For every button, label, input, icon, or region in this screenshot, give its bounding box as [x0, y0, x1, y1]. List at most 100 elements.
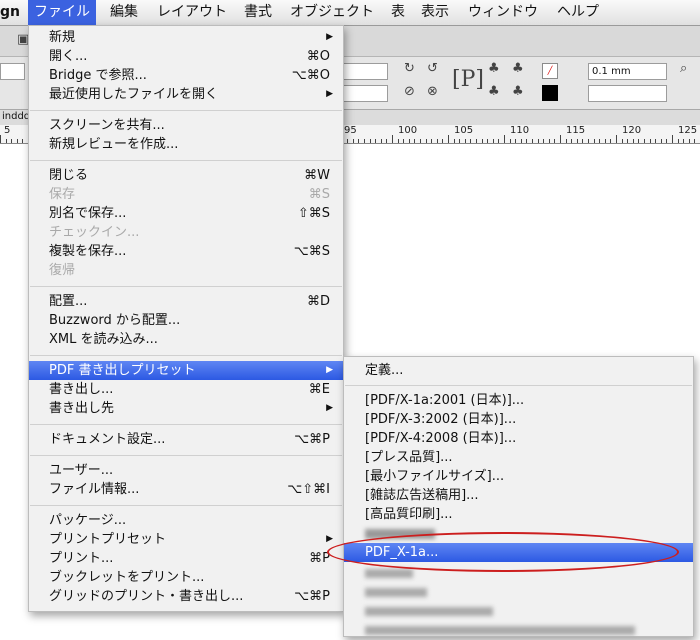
stroke-type-field[interactable]: [588, 85, 667, 102]
ruler-tick: [459, 139, 460, 143]
menu-edit[interactable]: 編集: [104, 0, 144, 25]
ruler-tick: [493, 139, 494, 143]
ruler-tick: [644, 139, 645, 143]
menu-item-file-info[interactable]: ファイル情報... ⌥⇧⌘I: [29, 480, 343, 499]
menu-item-import-xml[interactable]: XML を読み込み...: [29, 330, 343, 349]
submenu-item-blurred[interactable]: [344, 583, 693, 602]
align-icon[interactable]: ♣: [512, 61, 524, 76]
ruler-tick: [386, 139, 387, 143]
ruler-tick: [689, 139, 690, 143]
ruler-tick: [414, 139, 415, 143]
ruler-tick: [538, 139, 539, 143]
menu-item-new[interactable]: 新規 ▶: [29, 28, 343, 47]
ruler-tick: [392, 135, 393, 143]
ruler-label: 95: [344, 125, 357, 136]
distribute-v-icon[interactable]: ♣: [488, 84, 500, 99]
stroke-weight-field[interactable]: 0.1 mm: [588, 63, 667, 80]
menu-table[interactable]: 表: [385, 0, 411, 25]
ruler-label: 110: [510, 125, 530, 136]
menu-separator: [30, 505, 342, 506]
menu-item-share-screen[interactable]: スクリーンを共有...: [29, 116, 343, 135]
menu-type[interactable]: 書式: [238, 0, 278, 25]
ruler-tick: [381, 139, 382, 143]
x-field[interactable]: [0, 63, 25, 80]
submenu-item-blurred[interactable]: [344, 602, 693, 621]
ruler-tick: [571, 139, 572, 143]
menu-item-place-buzzword[interactable]: Buzzword から配置...: [29, 311, 343, 330]
ruler-tick: [627, 139, 628, 143]
submenu-item-define[interactable]: 定義...: [344, 361, 693, 380]
ruler-tick: [470, 139, 471, 143]
submenu-item-preset[interactable]: [PDF/X-3:2002 (日本)]...: [344, 410, 693, 429]
ruler-tick: [666, 139, 667, 143]
ruler-tick: [549, 139, 550, 143]
ruler-tick: [661, 139, 662, 143]
menu-item-export[interactable]: 書き出し... ⌘E: [29, 380, 343, 399]
ruler-tick: [582, 139, 583, 143]
ruler-tick: [353, 139, 354, 143]
menu-item-package[interactable]: パッケージ...: [29, 511, 343, 530]
menu-view[interactable]: 表示: [415, 0, 455, 25]
menu-item-bridge[interactable]: Bridge で参照... ⌥⌘O: [29, 66, 343, 85]
menu-file[interactable]: ファイル: [28, 0, 96, 25]
ruler-tick: [11, 139, 12, 143]
reshape-icon[interactable]: ⊗: [427, 84, 438, 99]
ruler-tick: [594, 139, 595, 143]
ruler-tick: [616, 135, 617, 143]
ruler-label: 120: [622, 125, 642, 136]
menu-item-print-booklet[interactable]: ブックレットをプリント...: [29, 568, 343, 587]
submenu-item-preset[interactable]: [PDF/X-1a:2001 (日本)]...: [344, 391, 693, 410]
ruler-tick: [672, 135, 673, 143]
menu-item-open-recent[interactable]: 最近使用したファイルを開く ▶: [29, 85, 343, 104]
width-field[interactable]: [343, 63, 388, 80]
ruler-tick: [554, 139, 555, 143]
menu-item-save-as[interactable]: 別名で保存... ⇧⌘S: [29, 204, 343, 223]
menu-item-open[interactable]: 開く... ⌘O: [29, 47, 343, 66]
distribute-icon[interactable]: ♣: [488, 61, 500, 76]
menu-item-document-setup[interactable]: ドキュメント設定... ⌥⌘P: [29, 430, 343, 449]
file-menu: 新規 ▶ 開く... ⌘O Bridge で参照... ⌥⌘O 最近使用したファイルを…: [28, 25, 344, 612]
menu-layout[interactable]: レイアウト: [151, 0, 233, 25]
menu-item-print-presets[interactable]: プリントプリセット ▶: [29, 530, 343, 549]
ruler-tick: [347, 139, 348, 143]
menu-item-pdf-export-presets[interactable]: PDF 書き出しプリセット ▶: [29, 361, 343, 380]
submenu-item-preset[interactable]: [最小ファイルサイズ]...: [344, 467, 693, 486]
menu-item-new-review[interactable]: 新規レビューを作成...: [29, 135, 343, 154]
menu-item-place[interactable]: 配置... ⌘D: [29, 292, 343, 311]
ruler-tick: [526, 139, 527, 143]
ruler-label: 5: [4, 125, 11, 136]
rotate-ccw-icon[interactable]: ↺: [427, 61, 438, 76]
menu-item-export-for[interactable]: 書き出し先 ▶: [29, 399, 343, 418]
fill-none-icon[interactable]: ╱: [542, 63, 558, 79]
menu-item-grid-print[interactable]: グリッドのプリント・書き出し... ⌥⌘P: [29, 587, 343, 606]
menu-item-save-copy[interactable]: 複製を保存... ⌥⌘S: [29, 242, 343, 261]
stroke-black-icon[interactable]: [542, 85, 558, 101]
highlight-annotation-ellipse: [327, 532, 679, 572]
paragraph-p-icon[interactable]: [P]: [452, 67, 484, 92]
app-menu[interactable]: gn: [0, 0, 26, 25]
ruler-tick: [521, 139, 522, 143]
menu-item-user[interactable]: ユーザー...: [29, 461, 343, 480]
shear-icon[interactable]: ⊘: [404, 84, 415, 99]
rotate-cw-icon[interactable]: ↻: [404, 61, 415, 76]
ruler-tick: [605, 139, 606, 143]
height-field[interactable]: [343, 85, 388, 102]
submenu-item-preset[interactable]: [高品質印刷]...: [344, 505, 693, 524]
submenu-arrow-icon: ▶: [326, 32, 333, 42]
ruler-tick: [442, 139, 443, 143]
menu-item-print[interactable]: プリント... ⌘P: [29, 549, 343, 568]
submenu-item-blurred[interactable]: [344, 621, 693, 640]
align-v-icon[interactable]: ♣: [512, 84, 524, 99]
menu-item-check-in: チェックイン...: [49, 225, 140, 240]
submenu-item-preset[interactable]: [PDF/X-4:2008 (日本)]...: [344, 429, 693, 448]
ruler-tick: [510, 139, 511, 143]
ruler-tick: [498, 139, 499, 143]
menu-window[interactable]: ウィンドウ: [462, 0, 544, 25]
menu-help[interactable]: ヘルプ: [551, 0, 605, 25]
menu-item-close[interactable]: 閉じる ⌘W: [29, 166, 343, 185]
menu-object[interactable]: オブジェクト: [284, 0, 380, 25]
zoom-icon[interactable]: ⌕: [680, 61, 687, 76]
submenu-item-preset[interactable]: [プレス品質]...: [344, 448, 693, 467]
submenu-item-preset[interactable]: [雑誌広告送稿用]...: [344, 486, 693, 505]
ruler-tick: [694, 139, 695, 143]
